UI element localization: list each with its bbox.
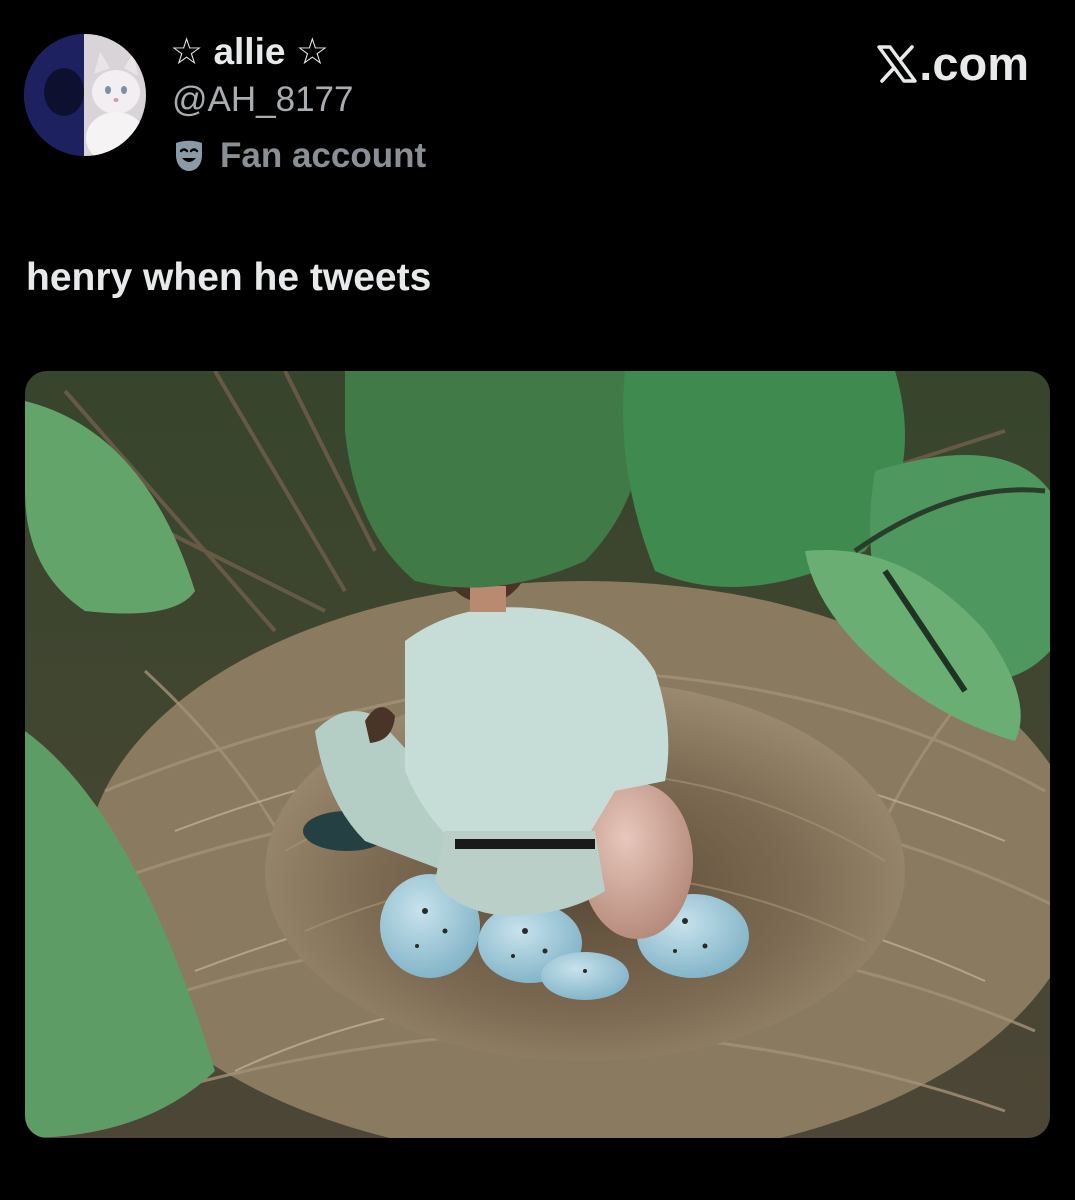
tweet-text: henry when he tweets bbox=[26, 256, 432, 299]
affiliation-badge: Fan account bbox=[172, 134, 426, 178]
site-link[interactable]: .com bbox=[875, 36, 1029, 91]
tweet-media[interactable] bbox=[25, 371, 1050, 1138]
display-name[interactable]: ☆ allie ☆ bbox=[170, 30, 329, 74]
man-in-bird-nest-photo bbox=[25, 371, 1050, 1138]
x-logo-icon bbox=[877, 44, 917, 83]
theater-mask-icon bbox=[176, 140, 202, 171]
cat-avatar-icon bbox=[24, 34, 146, 156]
avatar[interactable] bbox=[24, 34, 146, 156]
author-handle[interactable]: @AH_8177 bbox=[172, 78, 353, 122]
affiliation-label: Fan account bbox=[220, 136, 427, 175]
site-label-text: .com bbox=[919, 37, 1029, 90]
